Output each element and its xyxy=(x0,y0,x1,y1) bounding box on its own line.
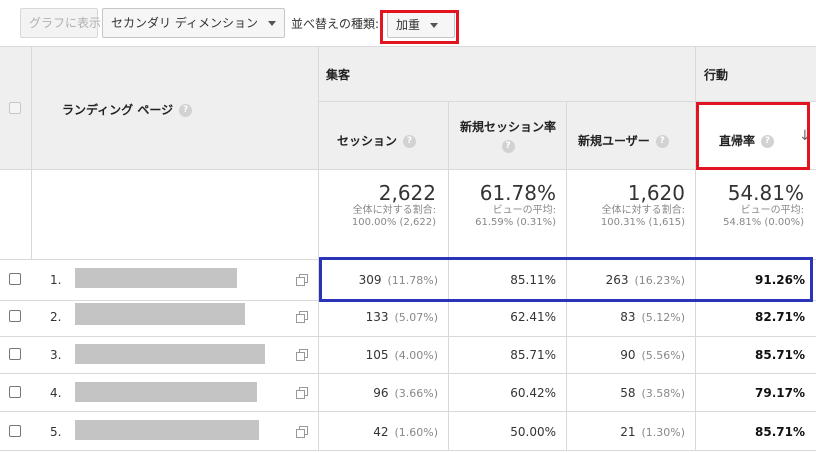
open-page-icon[interactable] xyxy=(296,274,308,286)
help-icon[interactable]: ? xyxy=(403,135,417,148)
row-new-users-pct: (5.12%) xyxy=(641,311,685,324)
column-new-session-rate-label: 新規セッション率 xyxy=(459,120,556,134)
row-checkbox[interactable] xyxy=(9,386,21,398)
column-new-users[interactable]: 新規ユーザー? xyxy=(578,132,669,149)
row-sessions-value: 105 xyxy=(365,348,389,362)
landing-page-link[interactable] xyxy=(75,344,265,364)
row-sessions-value: 42 xyxy=(373,425,389,439)
row-new-users: 58 (3.58%) xyxy=(568,386,685,400)
help-icon[interactable]: ? xyxy=(501,140,515,153)
total-new-session-rate-line1: ビューの平均: xyxy=(492,205,556,216)
row-new-users-value: 21 xyxy=(620,425,636,439)
row-bounce-rate: 82.71% xyxy=(755,310,805,324)
total-new-session-rate: 61.78% ビューの平均: 61.59% (0.31%) xyxy=(450,181,556,229)
row-sessions: 42 (1.60%) xyxy=(320,425,438,439)
help-icon[interactable]: ? xyxy=(179,104,193,117)
group-behavior: 行動 xyxy=(704,68,729,82)
column-sessions-label: セッション xyxy=(337,134,398,148)
row-new-session-rate: 62.41% xyxy=(510,310,556,324)
row-new-users-value: 83 xyxy=(620,310,636,324)
row-new-users-value: 58 xyxy=(620,386,636,400)
help-icon[interactable]: ? xyxy=(655,135,669,148)
column-new-users-label: 新規ユーザー xyxy=(578,134,650,148)
row-sessions: 96 (3.66%) xyxy=(320,386,438,400)
landing-page-link[interactable] xyxy=(75,420,259,440)
select-all-checkbox[interactable] xyxy=(9,102,21,114)
row-new-users: 21 (1.30%) xyxy=(568,425,685,439)
total-sessions-value: 2,622 xyxy=(378,181,436,205)
row-new-users: 83 (5.12%) xyxy=(568,310,685,324)
row-new-session-rate: 60.42% xyxy=(510,386,556,400)
landing-page-header-label: ランディング ページ xyxy=(62,103,174,117)
landing-page-header[interactable]: ランディング ページ? xyxy=(62,101,193,118)
row-new-users: 90 (5.56%) xyxy=(568,348,685,362)
row-sessions-pct: (4.00%) xyxy=(394,349,438,362)
total-new-session-rate-value: 61.78% xyxy=(479,181,556,205)
show-in-graph-button[interactable]: グラフに表示 xyxy=(20,8,101,38)
row-checkbox[interactable] xyxy=(9,425,21,437)
row-checkbox[interactable] xyxy=(9,273,21,285)
total-bounce-rate: 54.81% ビューの平均: 54.81% (0.00%) xyxy=(697,181,804,229)
row-new-users-value: 90 xyxy=(620,348,636,362)
row-new-session-rate: 50.00% xyxy=(510,425,556,439)
row-sessions: 133 (5.07%) xyxy=(320,310,438,324)
landing-page-link[interactable] xyxy=(75,303,245,325)
total-new-session-rate-line2: 61.59% (0.31%) xyxy=(475,217,556,228)
open-page-icon[interactable] xyxy=(296,426,308,438)
row-bounce-rate: 85.71% xyxy=(755,425,805,439)
row-new-users-pct: (5.56%) xyxy=(641,349,685,362)
row-bounce-rate: 85.71% xyxy=(755,348,805,362)
row-number: 4. xyxy=(50,386,62,400)
total-new-users-value: 1,620 xyxy=(627,181,685,205)
open-page-icon[interactable] xyxy=(296,349,308,361)
total-new-users-line1: 全体に対する割合: xyxy=(601,205,685,216)
row-1-highlight xyxy=(319,257,813,302)
total-new-users-line2: 100.31% (1,615) xyxy=(600,217,685,228)
row-sessions-pct: (5.07%) xyxy=(394,311,438,324)
landing-page-link[interactable] xyxy=(75,382,257,402)
secondary-dimension-dropdown[interactable]: セカンダリ ディメンション xyxy=(102,8,285,38)
row-new-users-pct: (3.58%) xyxy=(641,387,685,400)
row-sessions: 105 (4.00%) xyxy=(320,348,438,362)
row-number: 2. xyxy=(50,310,62,324)
sort-type-label: 並べ替えの種類: xyxy=(291,17,380,31)
row-sessions-value: 133 xyxy=(365,310,389,324)
open-page-icon[interactable] xyxy=(296,387,308,399)
total-sessions-line2: 100.00% (2,622) xyxy=(351,217,436,228)
total-bounce-rate-value: 54.81% xyxy=(727,181,804,205)
row-number: 5. xyxy=(50,425,62,439)
total-new-users: 1,620 全体に対する割合: 100.31% (1,615) xyxy=(568,181,685,229)
row-number: 3. xyxy=(50,348,62,362)
row-new-users-pct: (1.30%) xyxy=(641,426,685,439)
column-new-session-rate[interactable]: 新規セッション率 ? xyxy=(457,118,559,153)
total-bounce-rate-line2: 54.81% (0.00%) xyxy=(723,217,804,228)
total-sessions-line1: 全体に対する割合: xyxy=(352,205,436,216)
chevron-down-icon xyxy=(267,21,276,26)
row-bounce-rate: 79.17% xyxy=(755,386,805,400)
bounce-rate-highlight xyxy=(696,102,810,170)
row-checkbox[interactable] xyxy=(9,310,21,322)
column-sessions[interactable]: セッション? xyxy=(337,132,417,149)
row-checkbox[interactable] xyxy=(9,348,21,360)
landing-page-link[interactable] xyxy=(75,268,237,288)
row-number: 1. xyxy=(50,273,62,287)
row-sessions-value: 96 xyxy=(373,386,389,400)
total-sessions: 2,622 全体に対する割合: 100.00% (2,622) xyxy=(320,181,436,229)
row-sessions-pct: (1.60%) xyxy=(394,426,438,439)
row-new-session-rate: 85.71% xyxy=(510,348,556,362)
sort-type-highlight xyxy=(380,10,459,44)
secondary-dimension-label: セカンダリ ディメンション xyxy=(111,16,258,30)
open-page-icon[interactable] xyxy=(296,311,308,323)
group-acquisition: 集客 xyxy=(326,68,351,82)
total-bounce-rate-line1: ビューの平均: xyxy=(740,205,804,216)
row-sessions-pct: (3.66%) xyxy=(394,387,438,400)
